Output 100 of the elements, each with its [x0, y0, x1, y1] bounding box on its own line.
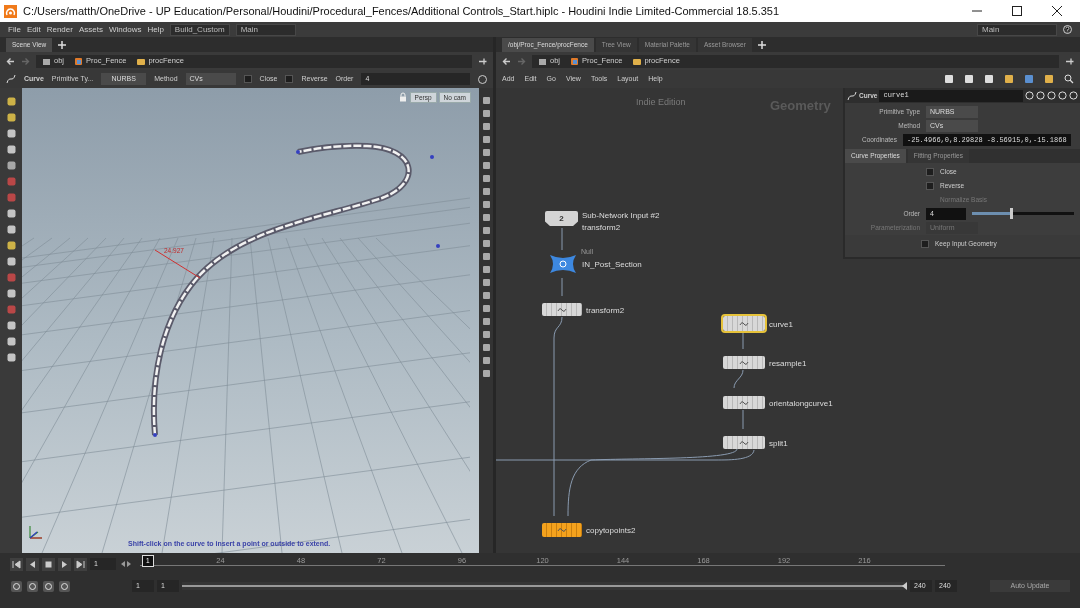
- tool-icon[interactable]: [5, 96, 17, 107]
- node-box[interactable]: 2: [545, 211, 578, 226]
- node-box[interactable]: [723, 356, 765, 369]
- display-option-icon[interactable]: [480, 174, 492, 183]
- null-node-icon[interactable]: [548, 253, 578, 275]
- axis-icon: [29, 525, 43, 539]
- checkbox[interactable]: [926, 167, 934, 176]
- display-option-icon[interactable]: [480, 187, 492, 196]
- pin-icon[interactable]: [1065, 56, 1074, 66]
- menu-item[interactable]: Help: [147, 23, 164, 36]
- tool-icon[interactable]: [5, 112, 17, 123]
- tool-icon[interactable]: [5, 288, 17, 299]
- tool-icon[interactable]: [5, 352, 17, 363]
- display-option-icon[interactable]: [480, 161, 492, 170]
- node-name[interactable]: Sub-Network Input #2: [582, 210, 660, 222]
- tool-icon[interactable]: [5, 240, 17, 251]
- node-name[interactable]: IN_Post_Section: [582, 259, 642, 271]
- display-option-icon[interactable]: [480, 265, 492, 274]
- edition-label: Indie Edition: [636, 96, 686, 109]
- display-option-icon[interactable]: [480, 226, 492, 235]
- checkbox[interactable]: [921, 239, 929, 248]
- node-name[interactable]: copytopoints2: [586, 525, 636, 537]
- display-option-icon[interactable]: [480, 135, 492, 144]
- node-name[interactable]: split1: [769, 437, 788, 450]
- tool-icon[interactable]: [5, 160, 17, 171]
- back-arrow-icon[interactable]: [502, 56, 511, 66]
- checkbox[interactable]: [285, 75, 294, 83]
- play-icon[interactable]: [58, 557, 71, 571]
- menu-item[interactable]: Assets: [78, 23, 103, 36]
- tool-icon[interactable]: [5, 224, 17, 235]
- stop-icon[interactable]: [42, 557, 55, 571]
- node-name[interactable]: orientalongcurve1: [769, 397, 833, 410]
- tool-icon[interactable]: [5, 128, 17, 139]
- control-point[interactable]: [296, 150, 300, 154]
- menu-item[interactable]: Edit: [26, 23, 41, 36]
- node-name[interactable]: curve1: [769, 318, 793, 331]
- display-option-icon[interactable]: [480, 213, 492, 222]
- node-name[interactable]: resample1: [769, 357, 807, 370]
- desktop-dropdown[interactable]: Build_Custom: [169, 23, 230, 36]
- last-frame-icon[interactable]: [74, 557, 87, 571]
- close-icon[interactable]: [1052, 6, 1062, 16]
- display-option-icon[interactable]: [480, 96, 492, 105]
- display-option-icon[interactable]: [480, 317, 492, 326]
- display-option-icon[interactable]: [480, 252, 492, 261]
- menu-item[interactable]: File: [8, 23, 21, 36]
- play-reverse-icon[interactable]: [26, 557, 39, 571]
- network-canvas[interactable]: [496, 88, 1080, 553]
- node-name[interactable]: transform2: [586, 304, 625, 317]
- node-box[interactable]: [723, 436, 765, 449]
- node-box[interactable]: [542, 303, 582, 316]
- step-frame-icon[interactable]: [119, 558, 133, 570]
- display-option-icon[interactable]: [480, 109, 492, 118]
- tool-icon[interactable]: [5, 256, 17, 267]
- node-box[interactable]: [723, 316, 765, 331]
- tool-icon[interactable]: [5, 336, 17, 347]
- tool-icon[interactable]: [5, 320, 17, 331]
- node-box[interactable]: [542, 523, 582, 537]
- desktop-dropdown[interactable]: Main: [977, 23, 1057, 36]
- window-title: C:/Users/matth/OneDrive - UP Education/Personal/Houdini/Procedural_Fences/Additional Controls_Start.hiplc - Houdini Indie Limited-Commercial 18.5.351: [23, 3, 781, 19]
- folder-icon: [42, 56, 51, 66]
- menu-item[interactable]: Render: [46, 23, 73, 36]
- back-arrow-icon[interactable]: [6, 56, 15, 66]
- pin-icon[interactable]: [478, 56, 487, 66]
- wire: [561, 227, 563, 251]
- desktop-dropdown[interactable]: Main: [235, 23, 296, 36]
- display-option-icon[interactable]: [480, 304, 492, 313]
- checkbox[interactable]: [926, 181, 934, 190]
- dropdown-value: Main: [982, 23, 1000, 36]
- wire: [742, 409, 744, 430]
- range-handle[interactable]: [902, 582, 907, 590]
- display-option-icon[interactable]: [480, 278, 492, 287]
- tool-icon[interactable]: [5, 144, 17, 155]
- menu-item[interactable]: Windows: [108, 23, 142, 36]
- display-option-icon[interactable]: [480, 122, 492, 131]
- control-point[interactable]: [153, 433, 157, 437]
- display-option-icon[interactable]: [480, 356, 492, 365]
- display-option-icon[interactable]: [480, 291, 492, 300]
- maximize-icon[interactable]: [1012, 6, 1022, 16]
- node-box[interactable]: [723, 396, 765, 409]
- wire: [742, 330, 744, 350]
- curve-drawing[interactable]: [150, 142, 412, 436]
- wire: [561, 277, 563, 297]
- display-option-icon[interactable]: [480, 369, 492, 378]
- range-slider-track[interactable]: [182, 582, 907, 590]
- input-number-label: 2: [559, 212, 564, 225]
- display-option-icon[interactable]: [480, 200, 492, 209]
- add-tab-icon[interactable]: [757, 41, 766, 49]
- display-option-icon[interactable]: [480, 343, 492, 352]
- node-icon: [739, 438, 749, 447]
- add-tab-icon[interactable]: [58, 41, 67, 49]
- measure-line: [154, 249, 201, 279]
- dropdown-value: Main: [240, 23, 258, 36]
- first-frame-icon[interactable]: [10, 557, 23, 571]
- slider-thumb[interactable]: [1009, 208, 1013, 220]
- display-option-icon[interactable]: [480, 330, 492, 339]
- display-option-icon[interactable]: [480, 239, 492, 248]
- display-option-icon[interactable]: [480, 148, 492, 157]
- geometry-icon: [136, 56, 146, 66]
- tool-icon[interactable]: [5, 208, 17, 219]
- checkbox[interactable]: [243, 75, 252, 83]
